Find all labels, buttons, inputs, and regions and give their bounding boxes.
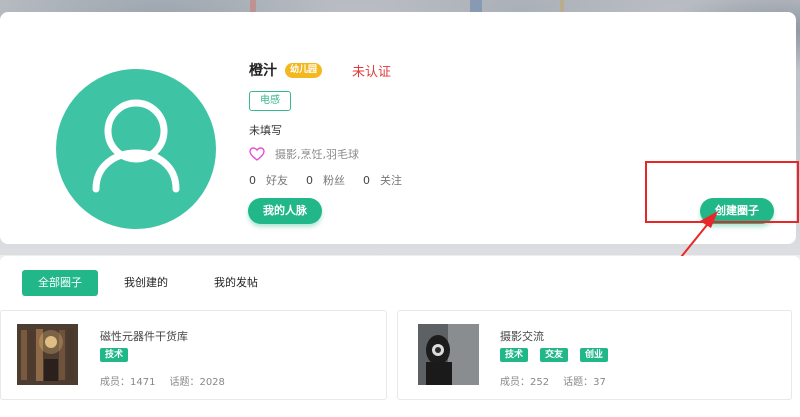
fans-count: 0: [306, 173, 313, 187]
circle-card[interactable]: 磁性元器件干货库 技术 成员：1471 话题：2028: [0, 310, 387, 400]
heart-icon: [249, 147, 265, 161]
tab-my-created[interactable]: 我创建的: [124, 270, 168, 296]
circle-title[interactable]: 摄影交流: [500, 328, 544, 344]
name-row: 橙汁 幼儿园 未认证: [249, 60, 391, 80]
members-count: 1471: [130, 377, 156, 388]
circle-title[interactable]: 磁性元器件干货库: [100, 328, 188, 344]
circle-card[interactable]: 摄影交流 技术 交友 创业 成员：252 话题：37: [397, 310, 792, 400]
bio-text: 未填写: [249, 124, 282, 137]
username: 橙汁: [249, 63, 277, 79]
topics-count: 2028: [199, 377, 225, 388]
following-label[interactable]: 关注: [380, 172, 402, 188]
circle-meta: 成员：1471 话题：2028: [100, 373, 225, 388]
following-count: 0: [363, 173, 370, 187]
my-network-button[interactable]: 我的人脉: [248, 198, 322, 224]
members-label: 成员：: [500, 377, 530, 388]
certification-status[interactable]: 未认证: [352, 61, 391, 80]
circle-tag: 创业: [580, 348, 609, 362]
interests-text: 摄影,烹饪,羽毛球: [275, 148, 359, 161]
level-badge: 幼儿园: [285, 62, 323, 78]
friends-count: 0: [249, 173, 256, 187]
topics-label: 话题：: [563, 377, 594, 388]
avatar[interactable]: [56, 69, 216, 229]
members-count: 252: [530, 377, 550, 388]
circle-thumbnail[interactable]: [418, 324, 479, 385]
topics-count: 37: [593, 377, 606, 388]
circle-tag: 技术: [100, 348, 129, 362]
circle-tags: 技术 交友 创业: [500, 348, 620, 362]
circle-meta: 成员：252 话题：37: [500, 373, 606, 388]
profile-tag: 电感: [249, 91, 291, 111]
user-icon: [92, 99, 180, 193]
circle-tag: 技术: [500, 348, 529, 362]
interests-row: 摄影,烹饪,羽毛球: [249, 146, 359, 162]
fans-label[interactable]: 粉丝: [323, 172, 345, 188]
circle-tag: 交友: [540, 348, 569, 362]
topics-label: 话题：: [169, 377, 200, 388]
tab-all-circles[interactable]: 全部圈子: [22, 270, 98, 296]
stats-row: 0 好友 0 粉丝 0 关注: [249, 172, 420, 188]
highlight-box: [645, 161, 799, 223]
circle-tags: 技术: [100, 348, 140, 362]
circle-tabs: 全部圈子 我创建的 我的发帖: [22, 270, 258, 296]
circle-thumbnail[interactable]: [17, 324, 78, 385]
circles-panel: 全部圈子 我创建的 我的发帖 磁性元器件干货库 技术 成员：1471 话题：202: [0, 256, 800, 417]
friends-label[interactable]: 好友: [266, 172, 288, 188]
members-label: 成员：: [100, 377, 130, 388]
tab-my-posts[interactable]: 我的发帖: [214, 270, 258, 296]
